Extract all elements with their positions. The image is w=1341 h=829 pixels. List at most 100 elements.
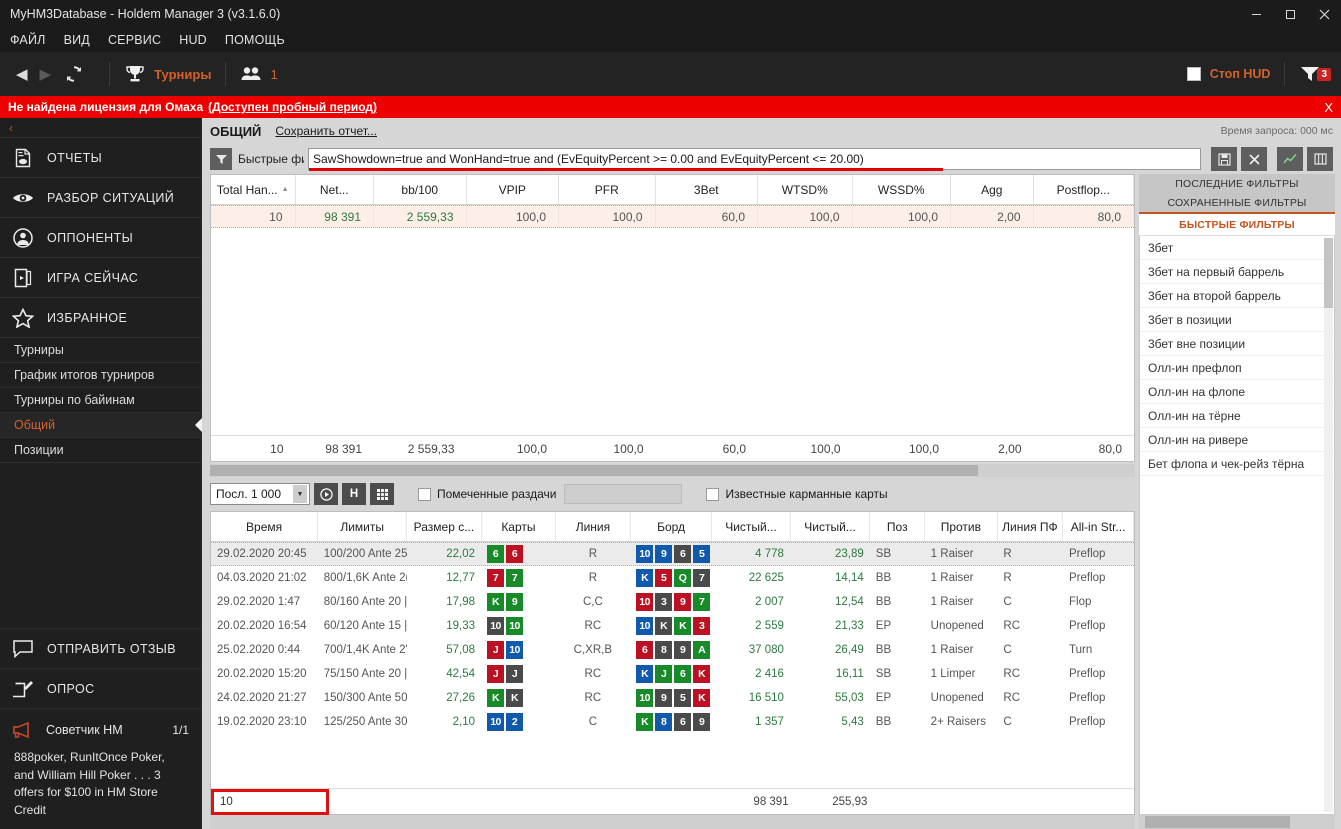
sidebar-item-play-now[interactable]: ИГРА СЕЙЧАС — [0, 258, 201, 298]
back-icon[interactable]: ◀ — [10, 65, 34, 83]
stats-column-header[interactable]: bb/100 — [374, 175, 467, 204]
quick-filter-item[interactable]: Олл-ин на ривере — [1140, 428, 1334, 452]
quick-filter-item[interactable]: 3бет в позиции — [1140, 308, 1334, 332]
hands-column-header[interactable]: Линия ПФ — [998, 512, 1064, 541]
table-row[interactable]: 20.02.2020 16:54 60/120 Ante 15 | 19,33 10 1… — [211, 614, 1134, 638]
marked-hands-filter[interactable]: Помеченные раздачи — [418, 487, 556, 501]
range-select[interactable]: Посл. 1 000 ▼ — [210, 483, 310, 505]
graph-button[interactable] — [1277, 147, 1303, 171]
stats-column-header[interactable]: 3Bet — [656, 175, 758, 204]
sidebar-item-positions[interactable]: Позиции — [0, 438, 201, 463]
hand-history-button[interactable]: H — [342, 483, 366, 505]
sidebar-item-reports[interactable]: ОТЧЕТЫ — [0, 138, 201, 178]
sidebar-item-opponents[interactable]: ОППОНЕНТЫ — [0, 218, 201, 258]
scrollbar-thumb[interactable] — [1324, 238, 1333, 308]
quick-filter-item[interactable]: Олл-ин на тёрне — [1140, 404, 1334, 428]
quick-filter-item[interactable]: 3бет вне позиции — [1140, 332, 1334, 356]
table-row[interactable]: 25.02.2020 0:44 700/1,4K Ante 2' 57,08 J 10 C… — [211, 638, 1134, 662]
menu-item-help[interactable]: ПОМОЩЬ — [225, 33, 285, 47]
replay-button[interactable] — [314, 483, 338, 505]
stats-column-header[interactable]: Net... — [296, 175, 374, 204]
filters-list-horizontal-scrollbar[interactable] — [1139, 815, 1335, 829]
scrollbar-thumb[interactable] — [210, 465, 978, 476]
maximize-icon[interactable] — [1273, 0, 1307, 28]
hands-grid-body[interactable]: 29.02.2020 20:45 100/200 Ante 25 22,02 6 6 R 1… — [211, 542, 1134, 788]
hands-count-box[interactable]: 10 — [211, 788, 329, 815]
close-icon[interactable] — [1307, 0, 1341, 28]
hands-column-header[interactable]: Поз — [870, 512, 926, 541]
save-filter-button[interactable] — [1211, 147, 1237, 171]
hands-column-header[interactable]: Линия — [556, 512, 631, 541]
stats-column-header[interactable]: PFR — [559, 175, 656, 204]
stats-column-header[interactable]: Agg — [951, 175, 1034, 204]
tab-saved-filters[interactable]: СОХРАНЕННЫЕ ФИЛЬТРЫ — [1139, 193, 1335, 212]
table-row[interactable]: 19.02.2020 23:10 125/250 Ante 30 2,10 10 2 C K… — [211, 710, 1134, 734]
hands-column-header[interactable]: Чистый... — [712, 512, 791, 541]
quick-filter-item[interactable]: Бет флопа и чек-рейз тёрна — [1140, 452, 1334, 476]
chevron-down-icon[interactable]: ▼ — [293, 485, 307, 503]
hands-column-header[interactable]: Размер с... — [407, 512, 482, 541]
filter-funnel-button[interactable] — [210, 148, 232, 170]
filters-list-scrollbar[interactable] — [1324, 238, 1333, 812]
stop-hud-label[interactable]: Стоп HUD — [1210, 67, 1271, 81]
menu-item-file[interactable]: ФАЙЛ — [10, 33, 46, 47]
known-cards-checkbox[interactable] — [706, 487, 720, 501]
scrollbar-thumb[interactable] — [1145, 816, 1291, 828]
quick-filter-item[interactable]: 3бет на первый баррель — [1140, 260, 1334, 284]
table-row[interactable]: 29.02.2020 1:47 80/160 Ante 20 | 17,98 K 9 C,… — [211, 590, 1134, 614]
hands-column-header[interactable]: Против — [925, 512, 998, 541]
quick-filter-item[interactable]: 3бет на второй баррель — [1140, 284, 1334, 308]
tab-recent-filters[interactable]: ПОСЛЕДНИЕ ФИЛЬТРЫ — [1139, 174, 1335, 193]
sidebar-item-situations[interactable]: РАЗБОР СИТУАЦИЙ — [0, 178, 201, 218]
hands-column-header[interactable]: All-in Str... — [1063, 512, 1134, 541]
menu-item-view[interactable]: ВИД — [64, 33, 90, 47]
sidebar-item-tournaments[interactable]: Турниры — [0, 338, 201, 363]
table-row[interactable]: 29.02.2020 20:45 100/200 Ante 25 22,02 6 6 R 1… — [211, 542, 1134, 566]
columns-button[interactable] — [1307, 147, 1333, 171]
sidebar-collapse-button[interactable]: ‹ — [0, 118, 201, 138]
hands-column-header[interactable]: Карты — [482, 512, 557, 541]
grid-view-button[interactable] — [370, 483, 394, 505]
quick-filter-item[interactable]: Олл-ин на флопе — [1140, 380, 1334, 404]
sidebar-item-general[interactable]: Общий — [0, 413, 201, 438]
close-warning-icon[interactable]: X — [1324, 100, 1333, 115]
hands-column-header[interactable]: Чистый... — [791, 512, 871, 541]
forward-icon[interactable]: ▶ — [34, 65, 58, 83]
table-row[interactable]: 24.02.2020 21:27 150/300 Ante 50 27,26 K K RC… — [211, 686, 1134, 710]
tab-quick-filters[interactable]: БЫСТРЫЕ ФИЛЬТРЫ — [1139, 214, 1335, 236]
quick-filter-item[interactable]: 3бет — [1140, 236, 1334, 260]
stats-grid-row[interactable]: 10 98 391 2 559,33 100,0 100,0 60,0 100,0 100,0… — [211, 205, 1134, 228]
quick-filters-list[interactable]: 3бет 3бет на первый баррель 3бет на второй… — [1139, 236, 1335, 815]
table-row[interactable]: 04.03.2020 21:02 800/1,6K Ante 2(12,77 7 7 R… — [211, 566, 1134, 590]
minimize-icon[interactable] — [1239, 0, 1273, 28]
quick-filter-item[interactable]: Олл-ин префлоп — [1140, 356, 1334, 380]
stop-hud-checkbox[interactable] — [1186, 67, 1201, 81]
stats-horizontal-scrollbar[interactable] — [210, 464, 1135, 477]
marked-hands-tag-input[interactable] — [564, 484, 683, 504]
menu-item-service[interactable]: СЕРВИС — [108, 33, 161, 47]
filter-notification[interactable]: 3 — [1299, 63, 1331, 85]
sidebar-item-tournaments-by-buyin[interactable]: Турниры по байинам — [0, 388, 201, 413]
refresh-icon[interactable] — [63, 63, 85, 85]
hm-advisor-promo-text[interactable]: 888poker, RunItOnce Poker, and William H… — [0, 747, 201, 829]
hands-horizontal-scrollbar[interactable] — [210, 815, 1135, 829]
trial-period-link[interactable]: (Доступен пробный период) — [208, 100, 377, 114]
marked-hands-checkbox[interactable] — [418, 487, 431, 501]
clear-filter-button[interactable] — [1241, 147, 1267, 171]
sidebar-item-survey[interactable]: ОПРОС — [0, 669, 201, 710]
game-mode-selector[interactable]: Турниры — [124, 63, 211, 85]
players-indicator[interactable]: 1 — [240, 63, 278, 85]
stats-column-header[interactable]: Total Han... ▲ — [211, 175, 296, 204]
sidebar-item-favorites[interactable]: ИЗБРАННОЕ — [0, 298, 201, 338]
hands-column-header[interactable]: Время — [211, 512, 319, 541]
stats-column-header[interactable]: VPIP — [467, 175, 559, 204]
sidebar-item-tournament-results-graph[interactable]: График итогов турниров — [0, 363, 201, 388]
stats-column-header[interactable]: Postflop... — [1034, 175, 1134, 204]
hands-column-header[interactable]: Борд — [631, 512, 713, 541]
known-cards-filter[interactable]: Известные карманные карты — [706, 487, 888, 501]
sidebar-item-send-feedback[interactable]: ОТПРАВИТЬ ОТЗЫВ — [0, 629, 201, 670]
stats-column-header[interactable]: WSSD% — [853, 175, 951, 204]
stats-column-header[interactable]: WTSD% — [758, 175, 853, 204]
hands-column-header[interactable]: Лимиты — [318, 512, 408, 541]
table-row[interactable]: 20.02.2020 15:20 75/150 Ante 20 | 42,54 J J R… — [211, 662, 1134, 686]
